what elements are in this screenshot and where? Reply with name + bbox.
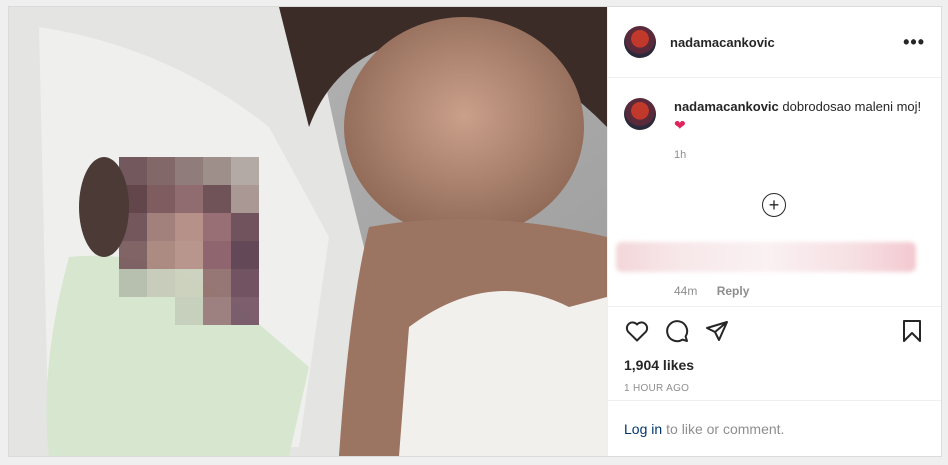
caption-text: nadamacankovic dobrodosao maleni moj! ❤ xyxy=(674,98,924,135)
login-prompt: Log in to like or comment. xyxy=(608,400,941,456)
header-username[interactable]: nadamacankovic xyxy=(670,35,775,50)
caption-time[interactable]: 1h xyxy=(674,149,925,161)
action-icons xyxy=(624,315,925,347)
caption-avatar[interactable] xyxy=(624,98,656,130)
reply-meta: 44m Reply xyxy=(674,284,749,298)
likes-count[interactable]: 1,904 likes xyxy=(624,357,925,373)
login-link[interactable]: Log in xyxy=(624,421,662,437)
post-header: nadamacankovic ••• xyxy=(608,7,941,78)
plus-circle-icon[interactable]: + xyxy=(762,193,786,217)
heart-icon[interactable] xyxy=(624,318,650,344)
blurred-comment xyxy=(616,242,916,272)
caption-row: nadamacankovic dobrodosao maleni moj! ❤ xyxy=(624,98,925,135)
post-card: nadamacankovic ••• nadamacankovic dobrod… xyxy=(8,6,942,457)
post-sidebar: nadamacankovic ••• nadamacankovic dobrod… xyxy=(607,7,941,456)
posted-time[interactable]: 1 HOUR AGO xyxy=(624,383,925,394)
login-suffix: to like or comment. xyxy=(666,420,785,437)
avatar[interactable] xyxy=(624,26,656,58)
comment-icon[interactable] xyxy=(664,318,690,344)
post-photo-image xyxy=(9,7,607,456)
reply-time[interactable]: 44m xyxy=(674,284,697,298)
heart-emoji: ❤ xyxy=(674,117,686,133)
share-icon[interactable] xyxy=(704,318,730,344)
caption-username[interactable]: nadamacankovic xyxy=(674,99,779,114)
comments-section: nadamacankovic dobrodosao maleni moj! ❤ … xyxy=(608,78,941,306)
caption-body: dobrodosao maleni moj! xyxy=(782,99,922,114)
post-photo[interactable] xyxy=(9,7,607,456)
reply-button[interactable]: Reply xyxy=(717,284,750,298)
more-icon[interactable]: ••• xyxy=(903,32,925,53)
bookmark-icon[interactable] xyxy=(899,318,925,344)
